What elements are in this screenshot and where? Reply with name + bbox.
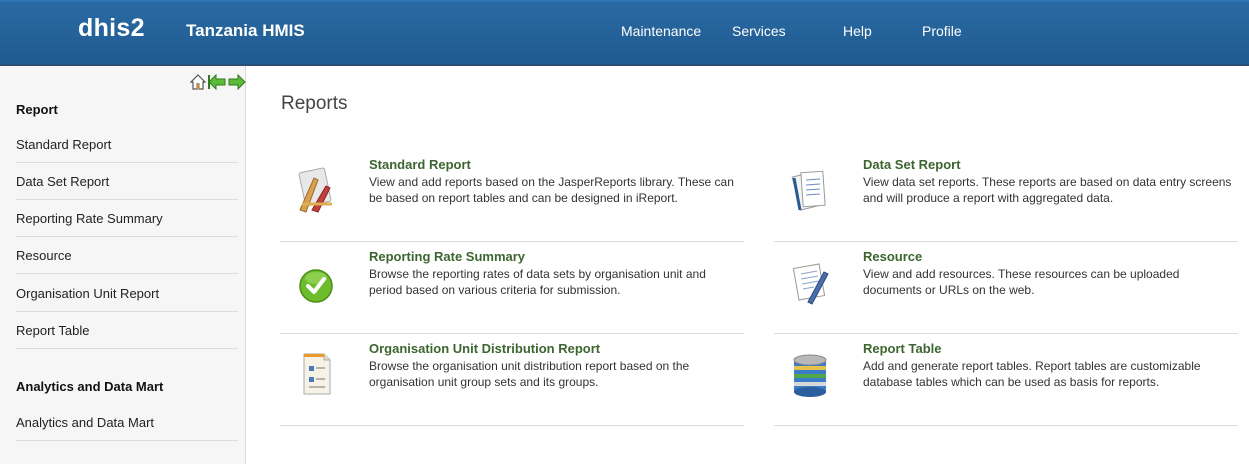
card-title[interactable]: Reporting Rate Summary <box>369 249 525 264</box>
card-title[interactable]: Standard Report <box>369 157 471 172</box>
nav-services[interactable]: Services <box>732 23 786 39</box>
page-title: Reports <box>281 93 348 114</box>
card-title[interactable]: Resource <box>863 249 922 264</box>
top-header: dhis2 Tanzania HMIS Maintenance Services… <box>0 0 1249 66</box>
card-resource[interactable]: Resource View and add resources. These r… <box>774 242 1238 334</box>
card-title[interactable]: Organisation Unit Distribution Report <box>369 341 600 356</box>
card-description: Browse the reporting rates of data sets … <box>369 267 706 297</box>
top-navigation: Maintenance Services Help Profile <box>0 23 1249 43</box>
documents-stack-icon <box>786 166 834 216</box>
sidebar-item-standard-report[interactable]: Standard Report <box>16 126 238 163</box>
sidebar-item-organisation-unit-report[interactable]: Organisation Unit Report <box>16 275 238 312</box>
card-organisation-unit-distribution-report[interactable]: Organisation Unit Distribution Report Br… <box>280 334 744 426</box>
card-description: View and add reports based on the Jasper… <box>369 175 734 205</box>
card-title[interactable]: Report Table <box>863 341 942 356</box>
nav-profile[interactable]: Profile <box>922 23 962 39</box>
sidebar-item-analytics-data-mart[interactable]: Analytics and Data Mart <box>16 404 238 441</box>
sidebar-nav-icons <box>190 74 246 90</box>
sidebar-heading-report: Report <box>16 102 58 117</box>
sidebar-heading-analytics: Analytics and Data Mart <box>16 379 164 394</box>
card-title[interactable]: Data Set Report <box>863 157 961 172</box>
document-pen-icon <box>786 258 834 308</box>
sidebar-item-report-table[interactable]: Report Table <box>16 312 238 349</box>
back-arrow-icon[interactable] <box>208 74 226 90</box>
database-icon <box>786 350 834 400</box>
card-description: View data set reports. These reports are… <box>863 175 1232 205</box>
home-icon[interactable] <box>190 74 206 90</box>
sidebar-item-data-set-report[interactable]: Data Set Report <box>16 163 238 200</box>
drafting-tools-icon <box>292 166 340 216</box>
forward-arrow-icon[interactable] <box>228 74 246 90</box>
green-check-icon <box>292 258 340 308</box>
card-description: Add and generate report tables. Report t… <box>863 359 1201 389</box>
card-report-table[interactable]: Report Table Add and generate report tab… <box>774 334 1238 426</box>
card-standard-report[interactable]: Standard Report View and add reports bas… <box>280 150 744 242</box>
nav-help[interactable]: Help <box>843 23 872 39</box>
left-sidebar: Report Standard Report Data Set Report R… <box>0 66 246 464</box>
org-chart-document-icon <box>292 350 340 400</box>
card-description: Browse the organisation unit distributio… <box>369 359 690 389</box>
sidebar-item-reporting-rate-summary[interactable]: Reporting Rate Summary <box>16 200 238 237</box>
card-data-set-report[interactable]: Data Set Report View data set reports. T… <box>774 150 1238 242</box>
card-description: View and add resources. These resources … <box>863 267 1180 297</box>
card-reporting-rate-summary[interactable]: Reporting Rate Summary Browse the report… <box>280 242 744 334</box>
sidebar-item-resource[interactable]: Resource <box>16 237 238 274</box>
nav-maintenance[interactable]: Maintenance <box>621 23 701 39</box>
